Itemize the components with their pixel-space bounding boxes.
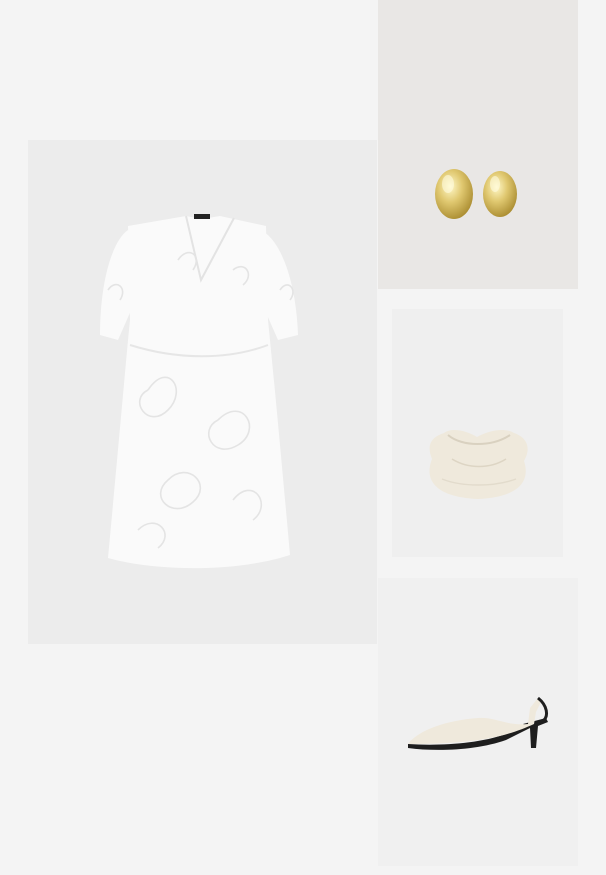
white-lace-dress-image <box>28 140 377 644</box>
dress-product-tile[interactable] <box>28 140 377 644</box>
dress-shape <box>100 214 298 569</box>
dress-label-tag <box>194 214 210 219</box>
bag-body <box>429 430 528 499</box>
cream-pouch-clutch-bag-image <box>392 309 563 557</box>
left-earring <box>435 169 473 219</box>
earrings-tile-background <box>378 0 578 289</box>
cream-slingback-kitten-heel-image <box>378 578 578 866</box>
earrings-product-tile[interactable] <box>378 0 578 289</box>
gold-stud-earrings-image <box>378 0 578 289</box>
right-earring <box>483 171 517 217</box>
bag-product-tile[interactable] <box>392 309 563 557</box>
shoes-product-tile[interactable] <box>378 578 578 866</box>
bag-tile-background <box>392 309 563 557</box>
